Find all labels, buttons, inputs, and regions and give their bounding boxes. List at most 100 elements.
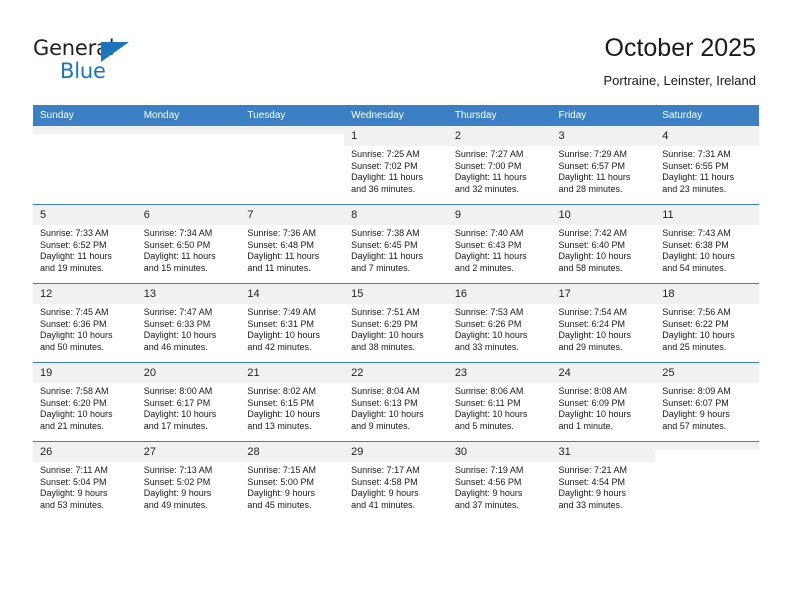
day-detail-line: Sunset: 6:38 PM — [662, 239, 729, 250]
day-number: 13 — [136, 284, 241, 304]
day-detail-line: and 38 minutes. — [351, 341, 416, 352]
calendar-day-cell[interactable]: 7 Sunrise: 7:36 AM Sunset: 6:48 PM Daylight… — [240, 204, 345, 284]
calendar-day-cell[interactable]: 14 Sunrise: 7:49 AM Sunset: 6:31 PM Dayligh… — [240, 283, 345, 363]
day-details: Sunrise: 7:51 AM Sunset: 6:29 PM Daylight:… — [344, 304, 448, 353]
calendar-day-cell[interactable]: 18 Sunrise: 7:56 AM Sunset: 6:22 PM Dayligh… — [655, 283, 759, 363]
day-details: Sunrise: 7:31 AM Sunset: 6:55 PM Daylight:… — [655, 146, 759, 195]
day-number: 5 — [33, 205, 137, 225]
day-details: Sunrise: 7:49 AM Sunset: 6:31 PM Daylight:… — [240, 304, 344, 353]
calendar-day-cell[interactable]: 2 Sunrise: 7:27 AM Sunset: 7:00 PM Daylight… — [447, 126, 552, 205]
day-detail-line: Daylight: 9 hours — [454, 488, 523, 499]
day-detail-line: Sunset: 6:50 PM — [143, 239, 211, 250]
calendar-day-cell[interactable]: 9 Sunrise: 7:40 AM Sunset: 6:43 PM Daylight… — [447, 204, 552, 284]
day-detail-line: Daylight: 10 hours — [454, 409, 528, 420]
day-detail-line: and 23 minutes. — [662, 183, 727, 194]
day-details: Sunrise: 7:15 AM Sunset: 5:00 PM Daylight:… — [240, 462, 344, 511]
calendar-day-cell[interactable]: 17 Sunrise: 7:54 AM Sunset: 6:24 PM Dayligh… — [551, 283, 656, 363]
day-detail-line: and 50 minutes. — [40, 341, 105, 352]
day-details: Sunrise: 7:54 AM Sunset: 6:24 PM Daylight:… — [552, 304, 656, 353]
calendar-day-cell[interactable]: 24 Sunrise: 8:08 AM Sunset: 6:09 PM Dayligh… — [551, 362, 656, 442]
calendar-day-cell[interactable]: 23 Sunrise: 8:06 AM Sunset: 6:11 PM Dayligh… — [447, 362, 552, 442]
day-detail-line: Sunrise: 8:04 AM — [351, 386, 420, 396]
calendar-day-cell[interactable]: 4 Sunrise: 7:31 AM Sunset: 6:55 PM Daylight… — [655, 126, 759, 205]
calendar-day-cell[interactable]: 22 Sunrise: 8:04 AM Sunset: 6:13 PM Dayligh… — [344, 362, 448, 442]
calendar-day-cell[interactable]: 31 Sunrise: 7:21 AM Sunset: 4:54 PM Dayligh… — [551, 441, 656, 520]
day-detail-line: Sunrise: 7:53 AM — [454, 307, 524, 317]
day-details: Sunrise: 7:42 AM Sunset: 6:40 PM Daylight:… — [552, 225, 656, 274]
calendar-day-cell[interactable]: 5 Sunrise: 7:33 AM Sunset: 6:52 PM Daylight… — [33, 204, 137, 284]
day-details: Sunrise: 7:56 AM Sunset: 6:22 PM Daylight:… — [655, 304, 759, 353]
day-number: 23 — [447, 363, 552, 383]
day-detail-line: Daylight: 10 hours — [558, 330, 632, 341]
day-detail-line: Sunset: 6:33 PM — [143, 318, 211, 329]
generalblue-logo[interactable]: General Blue — [33, 36, 163, 84]
calendar-day-cell[interactable]: 30 Sunrise: 7:19 AM Sunset: 4:56 PM Dayligh… — [447, 441, 552, 520]
day-detail-line: Daylight: 9 hours — [558, 488, 627, 499]
day-detail-line: and 11 minutes. — [247, 262, 311, 273]
day-number: 24 — [551, 363, 656, 383]
calendar-week-row: 12 Sunrise: 7:45 AM Sunset: 6:36 PM Dayligh… — [33, 283, 759, 363]
day-detail-line: Daylight: 10 hours — [143, 330, 217, 341]
day-detail-line: and 33 minutes. — [558, 499, 623, 510]
day-detail-line: Sunrise: 7:11 AM — [40, 465, 108, 475]
calendar-day-cell[interactable]: 8 Sunrise: 7:38 AM Sunset: 6:45 PM Daylight… — [344, 204, 448, 284]
day-detail-line: Daylight: 11 hours — [351, 172, 423, 183]
calendar-day-cell[interactable]: 12 Sunrise: 7:45 AM Sunset: 6:36 PM Dayligh… — [33, 283, 137, 363]
day-detail-line: Sunset: 6:55 PM — [662, 160, 729, 171]
calendar-day-cell[interactable]: 15 Sunrise: 7:51 AM Sunset: 6:29 PM Dayligh… — [344, 283, 448, 363]
day-detail-line: Sunrise: 7:25 AM — [351, 149, 420, 159]
day-detail-line: Daylight: 10 hours — [40, 409, 113, 420]
day-detail-line: and 29 minutes. — [558, 341, 623, 352]
day-detail-line: Sunrise: 7:42 AM — [558, 228, 628, 238]
calendar-week-row: 1 Sunrise: 7:25 AM Sunset: 7:02 PM Daylight… — [33, 126, 759, 205]
day-detail-line: and 28 minutes. — [558, 183, 623, 194]
day-detail-line: Daylight: 10 hours — [558, 251, 632, 262]
day-detail-line: Sunset: 5:02 PM — [143, 476, 211, 487]
day-details: Sunrise: 7:21 AM Sunset: 4:54 PM Daylight:… — [552, 462, 656, 511]
calendar-day-cell[interactable]: 25 Sunrise: 8:09 AM Sunset: 6:07 PM Dayligh… — [655, 362, 759, 442]
day-detail-line: Sunset: 6:07 PM — [662, 397, 729, 408]
calendar-day-cell[interactable]: 27 Sunrise: 7:13 AM Sunset: 5:02 PM Dayligh… — [136, 441, 241, 520]
day-details: Sunrise: 7:17 AM Sunset: 4:58 PM Daylight:… — [344, 462, 448, 511]
day-number: 22 — [344, 363, 448, 383]
calendar-day-cell[interactable]: 21 Sunrise: 8:02 AM Sunset: 6:15 PM Dayligh… — [240, 362, 345, 442]
day-detail-line: Sunset: 4:56 PM — [454, 476, 522, 487]
day-details: Sunrise: 7:40 AM Sunset: 6:43 PM Daylight:… — [448, 225, 552, 274]
calendar-day-cell[interactable]: 16 Sunrise: 7:53 AM Sunset: 6:26 PM Dayligh… — [447, 283, 552, 363]
day-detail-line: Sunset: 6:36 PM — [40, 318, 107, 329]
day-detail-line: Daylight: 9 hours — [662, 409, 730, 420]
weekday-header-saturday: Saturday — [655, 105, 759, 126]
calendar-day-cell[interactable]: 13 Sunrise: 7:47 AM Sunset: 6:33 PM Dayligh… — [136, 283, 241, 363]
day-detail-line: Daylight: 10 hours — [662, 251, 735, 262]
day-detail-line: and 7 minutes. — [351, 262, 411, 273]
calendar-day-cell[interactable]: 6 Sunrise: 7:34 AM Sunset: 6:50 PM Daylight… — [136, 204, 241, 284]
day-number: 29 — [344, 442, 448, 462]
day-detail-line: Daylight: 9 hours — [247, 488, 315, 499]
day-details: Sunrise: 8:08 AM Sunset: 6:09 PM Daylight:… — [552, 383, 656, 432]
day-detail-line: Sunset: 6:15 PM — [247, 397, 314, 408]
day-detail-line: Daylight: 11 hours — [247, 251, 320, 262]
page-subtitle: Portraine, Leinster, Ireland — [603, 73, 756, 88]
day-detail-line: Daylight: 11 hours — [558, 172, 631, 183]
day-detail-line: Sunrise: 7:56 AM — [662, 307, 731, 317]
calendar-day-cell[interactable]: 11 Sunrise: 7:43 AM Sunset: 6:38 PM Dayligh… — [655, 204, 759, 284]
calendar-day-cell[interactable]: 26 Sunrise: 7:11 AM Sunset: 5:04 PM Dayligh… — [33, 441, 137, 520]
day-detail-line: Daylight: 10 hours — [40, 330, 113, 341]
day-details: Sunrise: 7:53 AM Sunset: 6:26 PM Daylight:… — [448, 304, 552, 353]
calendar-day-cell[interactable]: 28 Sunrise: 7:15 AM Sunset: 5:00 PM Dayligh… — [240, 441, 345, 520]
calendar-day-cell[interactable]: 19 Sunrise: 7:58 AM Sunset: 6:20 PM Dayligh… — [33, 362, 137, 442]
day-detail-line: Daylight: 10 hours — [247, 409, 320, 420]
calendar-day-cell[interactable]: 10 Sunrise: 7:42 AM Sunset: 6:40 PM Dayligh… — [551, 204, 656, 284]
day-detail-line: Daylight: 11 hours — [454, 251, 527, 262]
calendar-day-cell[interactable]: 29 Sunrise: 7:17 AM Sunset: 4:58 PM Dayligh… — [344, 441, 448, 520]
day-detail-line: and 2 minutes. — [454, 262, 514, 273]
day-detail-line: and 9 minutes. — [351, 420, 411, 431]
calendar-day-cell[interactable]: 3 Sunrise: 7:29 AM Sunset: 6:57 PM Daylight… — [551, 126, 656, 205]
day-detail-line: and 42 minutes. — [247, 341, 312, 352]
day-detail-line: and 54 minutes. — [662, 262, 727, 273]
day-details: Sunrise: 7:13 AM Sunset: 5:02 PM Daylight:… — [137, 462, 241, 511]
day-detail-line: Sunrise: 8:09 AM — [662, 386, 731, 396]
calendar-day-cell[interactable]: 1 Sunrise: 7:25 AM Sunset: 7:02 PM Daylight… — [344, 126, 448, 205]
calendar-day-cell[interactable]: 20 Sunrise: 8:00 AM Sunset: 6:17 PM Dayligh… — [136, 362, 241, 442]
day-detail-line: Sunrise: 8:06 AM — [454, 386, 524, 396]
